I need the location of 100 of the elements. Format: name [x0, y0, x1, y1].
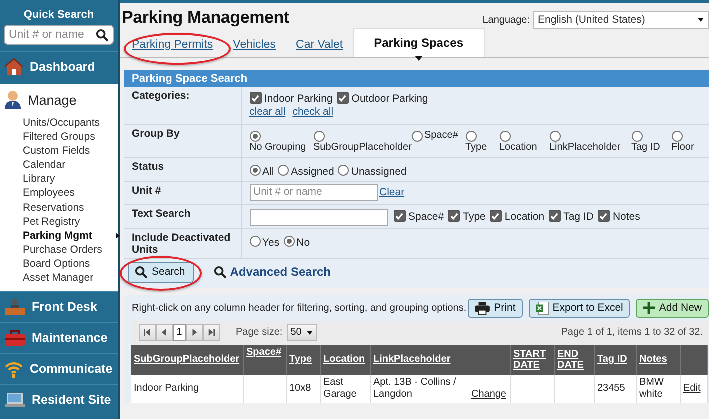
- next-page-button[interactable]: [186, 324, 203, 341]
- sidebar-section[interactable]: Front Desk: [0, 291, 118, 322]
- search-icon[interactable]: [96, 29, 109, 42]
- table-cell: BMW white: [640, 376, 664, 400]
- search-icon: [214, 266, 228, 278]
- radio-label: Tag ID: [632, 142, 660, 154]
- radio-label: SubGroupPlaceholder: [314, 142, 412, 154]
- grid-hint: Right-click on any column header for filtering, sorting, and grouping options.: [132, 302, 467, 314]
- advanced-search-link[interactable]: Advanced Search: [214, 265, 331, 279]
- caret-icon: [698, 18, 704, 22]
- sidebar-item[interactable]: Units/Occupants: [23, 116, 100, 130]
- text-search-field[interactable]: [250, 208, 388, 226]
- unit-field[interactable]: Unit # or name: [250, 184, 378, 200]
- table-cell: 10x8: [290, 382, 312, 394]
- toolbox-icon: [4, 329, 26, 348]
- radio-button[interactable]: [500, 130, 510, 142]
- radio-label: Floor: [672, 142, 694, 154]
- radio-button[interactable]: [250, 164, 260, 176]
- sidebar-item[interactable]: Purchase Orders: [23, 242, 102, 257]
- table-cell: Indoor Parking: [134, 382, 200, 394]
- sidebar-item[interactable]: Custom Fields: [23, 144, 90, 158]
- radio-button[interactable]: [632, 130, 642, 142]
- checkbox[interactable]: [598, 210, 610, 222]
- checkbox-label: Notes: [612, 210, 640, 223]
- radio-button[interactable]: [672, 130, 682, 142]
- text-link[interactable]: check all: [292, 106, 334, 118]
- sidebar-section[interactable]: Dashboard: [0, 51, 118, 82]
- checkbox[interactable]: [336, 92, 349, 104]
- page-title: Parking Management: [122, 8, 290, 28]
- checkbox[interactable]: [548, 210, 561, 222]
- field-label: Include Deactivated Units: [132, 232, 231, 256]
- print-button[interactable]: Print: [468, 298, 523, 318]
- sidebar-section[interactable]: Communicate: [0, 353, 118, 384]
- sidebar-section[interactable]: Maintenance: [0, 322, 118, 354]
- house-icon: [4, 58, 24, 76]
- radio-button[interactable]: [466, 130, 476, 142]
- wifi-icon: [4, 360, 24, 378]
- sidebar-item[interactable]: Parking Mgmt: [23, 228, 92, 243]
- quick-search-field[interactable]: Unit # or name: [4, 25, 114, 45]
- language-dropdown[interactable]: English (United States): [533, 11, 709, 29]
- radio-button[interactable]: [250, 236, 260, 246]
- page-size-dropdown[interactable]: 50: [286, 324, 317, 341]
- radio-label: Space#: [424, 130, 458, 142]
- checkbox[interactable]: [394, 210, 406, 222]
- printer-icon: [475, 302, 490, 314]
- add-button[interactable]: Add New: [636, 298, 709, 318]
- sidebar-item[interactable]: Library: [23, 172, 56, 186]
- sidebar-item[interactable]: Reservations: [23, 200, 84, 215]
- field-label: Group By: [132, 128, 180, 140]
- checkbox-label: Location: [504, 210, 545, 223]
- change-link[interactable]: Change: [471, 388, 506, 400]
- radio-label: No: [296, 236, 310, 248]
- sidebar-section[interactable]: Resident Site: [0, 384, 118, 416]
- radio-label: Unassigned: [351, 166, 407, 178]
- export-button[interactable]: Export to Excel: [528, 298, 630, 318]
- sidebar-section[interactable]: Manage: [0, 84, 118, 116]
- desk-icon: [4, 298, 26, 316]
- radio-button[interactable]: [550, 130, 560, 142]
- radio-button[interactable]: [250, 130, 260, 142]
- clear-link[interactable]: Clear: [380, 186, 405, 198]
- sidebar-item[interactable]: Filtered Groups: [23, 130, 96, 144]
- checkbox[interactable]: [250, 92, 262, 104]
- language-label: Language:: [482, 14, 530, 26]
- sidebar-item[interactable]: Calendar: [23, 158, 66, 172]
- person-icon: [4, 90, 22, 110]
- page-size-label: Page size:: [236, 327, 283, 338]
- last-page-button[interactable]: [203, 324, 220, 341]
- spreadsheet-icon: [536, 302, 549, 314]
- radio-button[interactable]: [412, 130, 422, 142]
- search-button[interactable]: Search: [128, 262, 194, 282]
- tab[interactable]: Vehicles: [223, 39, 286, 57]
- tab[interactable]: Car Valet: [286, 39, 354, 57]
- checkbox-label: Indoor Parking: [264, 92, 333, 104]
- caret-icon: [414, 56, 423, 61]
- first-page-button[interactable]: [139, 324, 156, 341]
- last-page-icon: [208, 329, 215, 336]
- sidebar-item[interactable]: Employees: [23, 186, 75, 201]
- next-page-icon: [191, 329, 198, 336]
- plus-icon: [643, 302, 656, 314]
- radio-button[interactable]: [284, 236, 295, 246]
- checkbox[interactable]: [448, 210, 460, 222]
- sidebar-item[interactable]: Asset Manager: [23, 271, 94, 286]
- checkbox-label: Type: [463, 210, 486, 223]
- radio-button[interactable]: [278, 164, 290, 176]
- previous-page-button[interactable]: [156, 324, 173, 341]
- checkbox[interactable]: [490, 210, 502, 222]
- radio-label: LinkPlaceholder: [550, 142, 621, 154]
- page-number[interactable]: 1: [173, 324, 186, 341]
- radio-button[interactable]: [338, 164, 350, 176]
- table-cell: East Garage: [324, 376, 357, 400]
- text-link[interactable]: clear all: [250, 106, 286, 118]
- radio-label: Assigned: [291, 166, 334, 178]
- field-label: Text Search: [132, 208, 191, 220]
- previous-page-icon: [161, 329, 168, 336]
- radio-button[interactable]: [314, 130, 324, 142]
- laptop-icon: [4, 392, 26, 408]
- radio-label: Yes: [262, 236, 280, 248]
- tab[interactable]: Parking Permits: [132, 39, 224, 57]
- sidebar-item[interactable]: Pet Registry: [23, 214, 80, 229]
- sidebar-item[interactable]: Board Options: [23, 256, 90, 272]
